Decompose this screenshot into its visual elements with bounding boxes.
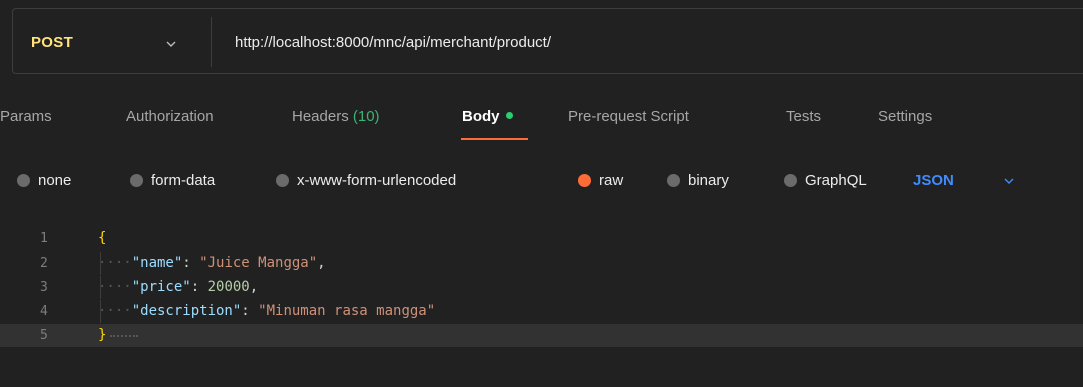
radio-circle-icon[interactable] [784, 173, 797, 187]
json-separator: : [241, 303, 259, 319]
code-text: { [98, 230, 106, 246]
radio-circle-icon[interactable] [130, 173, 143, 187]
code-text: ····"description": "Minuman rasa mangga" [98, 303, 436, 319]
format-select[interactable]: JSON [913, 172, 954, 189]
json-key: "price" [131, 279, 191, 295]
trailing-whitespace [110, 335, 138, 337]
tab-tests[interactable]: Tests [786, 108, 821, 125]
radio-graphql[interactable]: GraphQL [784, 172, 867, 189]
radio-circle-icon[interactable] [276, 173, 289, 187]
radio-label: none [38, 172, 72, 189]
radio-selected-icon[interactable] [578, 173, 591, 187]
json-separator: : [190, 279, 208, 295]
url-input[interactable]: http://localhost:8000/mnc/api/merchant/p… [235, 34, 551, 51]
radio-label: raw [599, 172, 624, 189]
line-number: 2 [40, 256, 48, 271]
tab-settings[interactable]: Settings [878, 108, 932, 125]
radio-label: x-www-form-urlencoded [297, 172, 457, 189]
tab-body-label: Body [462, 108, 500, 125]
tab-pre-request-script[interactable]: Pre-request Script [568, 108, 689, 125]
line-number: 1 [40, 231, 48, 246]
json-comma: , [249, 279, 259, 295]
tab-authorization[interactable]: Authorization [126, 108, 214, 125]
radio-label: form-data [151, 172, 216, 189]
radio-form-data[interactable]: form-data [130, 172, 215, 189]
editor-line: 3 ····"price": 20000, [0, 276, 1083, 299]
tab-headers-label: Headers [292, 108, 349, 125]
line-number: 3 [40, 280, 48, 295]
line-number: 4 [40, 304, 48, 319]
tab-params[interactable]: Params [0, 108, 52, 125]
json-separator: : [182, 255, 200, 271]
radio-x-www-form-urlencoded[interactable]: x-www-form-urlencoded [276, 172, 456, 189]
headers-count: (10) [352, 108, 380, 125]
tab-headers[interactable]: Headers (10) [292, 108, 380, 125]
json-value: 20000 [207, 279, 250, 295]
radio-circle-icon[interactable] [17, 173, 30, 187]
open-brace: { [98, 230, 107, 246]
json-key: "name" [131, 255, 183, 271]
url-divider [211, 17, 212, 67]
radio-binary[interactable]: binary [667, 172, 729, 189]
code-text: } [98, 327, 106, 343]
editor-line: 1 { [0, 227, 1083, 250]
code-text: ····"name": "Juice Mangga", [98, 255, 326, 271]
line-number: 5 [40, 328, 48, 343]
editor-line: 2 ····"name": "Juice Mangga", [0, 252, 1083, 275]
editor-line: 4 ····"description": "Minuman rasa mangg… [0, 300, 1083, 323]
method-select[interactable]: POST [31, 34, 73, 51]
code-text: ····"price": 20000, [98, 279, 259, 295]
chevron-down-icon[interactable] [166, 41, 176, 47]
code-editor[interactable]: 1 { 2 ····"name": "Juice Mangga", 3 ····… [0, 227, 1083, 387]
close-brace: } [98, 327, 107, 343]
radio-none[interactable]: none [17, 172, 71, 189]
active-tab-underline [461, 138, 528, 140]
radio-circle-icon[interactable] [667, 173, 680, 187]
editor-line-current: 5 } [0, 324, 1083, 347]
json-key: "description" [131, 303, 242, 319]
json-value: "Juice Mangga" [199, 255, 318, 271]
json-value: "Minuman rasa mangga" [258, 303, 436, 319]
radio-label: binary [688, 172, 729, 189]
tab-body[interactable]: Body [462, 108, 513, 125]
radio-label: GraphQL [805, 172, 867, 189]
json-comma: , [317, 255, 326, 271]
body-status-dot [505, 111, 513, 119]
chevron-down-icon[interactable] [1004, 178, 1014, 184]
radio-raw[interactable]: raw [578, 172, 623, 189]
request-url-bar: POST http://localhost:8000/mnc/api/merch… [12, 8, 1083, 74]
